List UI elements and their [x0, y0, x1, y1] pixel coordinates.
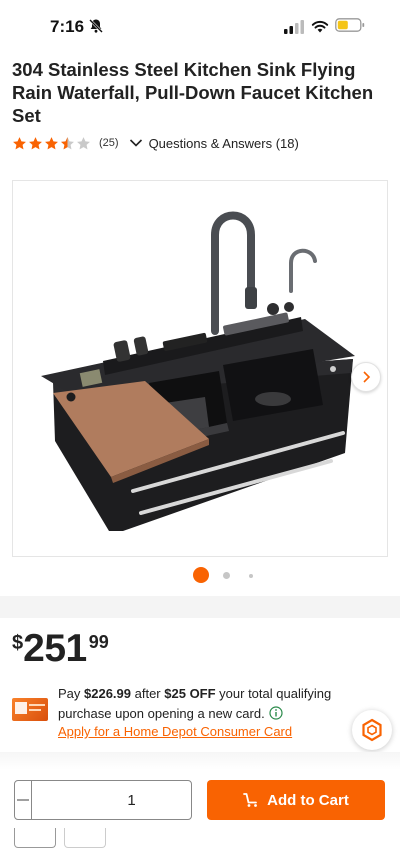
star-icon: [29, 136, 42, 149]
add-to-cart-button[interactable]: Add to Cart: [207, 780, 385, 820]
promo-discount: $25 OFF: [164, 686, 216, 701]
promo-pay-amount: $226.99: [84, 686, 132, 701]
bottom-tab[interactable]: [14, 828, 56, 848]
credit-card-promo: Pay $226.99 after $25 OFF your total qua…: [12, 682, 388, 740]
price: $ 251 99: [12, 628, 109, 672]
product-title: 304 Stainless Steel Kitchen Sink Flying …: [12, 59, 374, 126]
status-bar: 7:16: [0, 0, 400, 52]
quantity-stepper[interactable]: [14, 780, 248, 820]
price-whole: 251: [23, 627, 87, 670]
apply-card-link[interactable]: Apply for a Home Depot Consumer Card: [58, 724, 292, 739]
star-half-icon: [61, 136, 74, 149]
section-divider: [0, 596, 400, 618]
star-empty-icon: [77, 136, 90, 149]
rating-row: (25) Questions & Answers (18): [12, 134, 299, 152]
cart-icon: [243, 793, 258, 807]
carousel-dot[interactable]: [223, 572, 230, 579]
bell-off-icon: [89, 19, 103, 33]
minus-icon: [17, 799, 29, 801]
bottom-tab[interactable]: [64, 828, 106, 848]
price-currency: $: [12, 632, 24, 654]
star-icon: [45, 136, 58, 149]
next-image-button[interactable]: [351, 362, 381, 392]
chevron-right-icon: [363, 371, 371, 383]
add-to-cart-label: Add to Cart: [267, 791, 349, 809]
star-rating[interactable]: [12, 136, 91, 151]
signal-icon: [284, 20, 304, 34]
product-image: [41, 211, 355, 531]
assistant-button[interactable]: [352, 710, 392, 750]
carousel-dot-active[interactable]: [193, 567, 209, 583]
sticky-footer-shadow: [0, 752, 400, 770]
carousel-dot[interactable]: [249, 574, 253, 578]
battery-icon: [335, 18, 365, 32]
review-count[interactable]: (25): [99, 137, 119, 149]
quantity-input[interactable]: [32, 781, 231, 819]
chevron-down-icon[interactable]: [129, 138, 143, 148]
hexagon-assistant-icon: [362, 718, 382, 742]
info-icon[interactable]: [269, 706, 283, 720]
wifi-icon: [311, 20, 329, 33]
home-depot-logo: [15, 702, 27, 714]
status-time: 7:16: [50, 17, 85, 36]
star-icon: [13, 136, 26, 149]
promo-text: Pay $226.99 after $25 OFF your total qua…: [58, 686, 332, 721]
carousel-dots: [0, 566, 400, 584]
questions-answers-link[interactable]: Questions & Answers (18): [149, 136, 299, 151]
credit-card-image: [12, 698, 48, 721]
product-image-carousel[interactable]: [12, 180, 388, 557]
price-cents: 99: [88, 632, 109, 652]
decrease-quantity-button[interactable]: [15, 781, 32, 819]
